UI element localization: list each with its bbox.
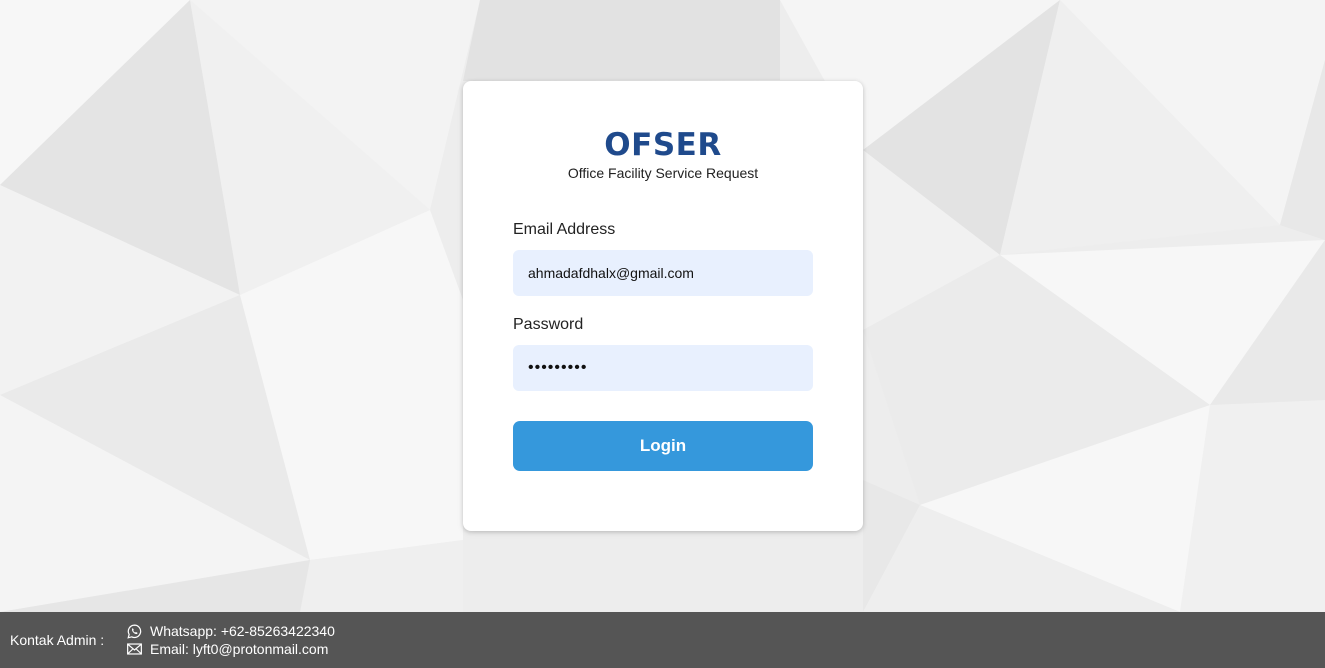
brand-logo: OFSER xyxy=(604,127,722,163)
footer: Kontak Admin : Whatsapp: +62-85263422340… xyxy=(0,612,1325,668)
email-input[interactable] xyxy=(513,250,813,296)
password-label: Password xyxy=(513,316,584,333)
whatsapp-contact: Whatsapp: +62-85263422340 xyxy=(127,622,335,640)
whatsapp-icon xyxy=(127,624,142,639)
brand-subtitle: Office Facility Service Request xyxy=(567,165,759,181)
login-card: OFSER Office Facility Service Request Em… xyxy=(463,81,863,531)
envelope-icon xyxy=(127,642,142,657)
email-contact: Email: lyft0@protonmail.com xyxy=(127,640,328,658)
email-text: Email: lyft0@protonmail.com xyxy=(150,641,329,657)
email-label: Email Address xyxy=(513,221,616,238)
login-button[interactable]: Login xyxy=(513,421,813,471)
footer-contact-label: Kontak Admin : xyxy=(10,632,105,648)
password-input[interactable] xyxy=(513,345,813,391)
whatsapp-text: Whatsapp: +62-85263422340 xyxy=(150,623,335,639)
